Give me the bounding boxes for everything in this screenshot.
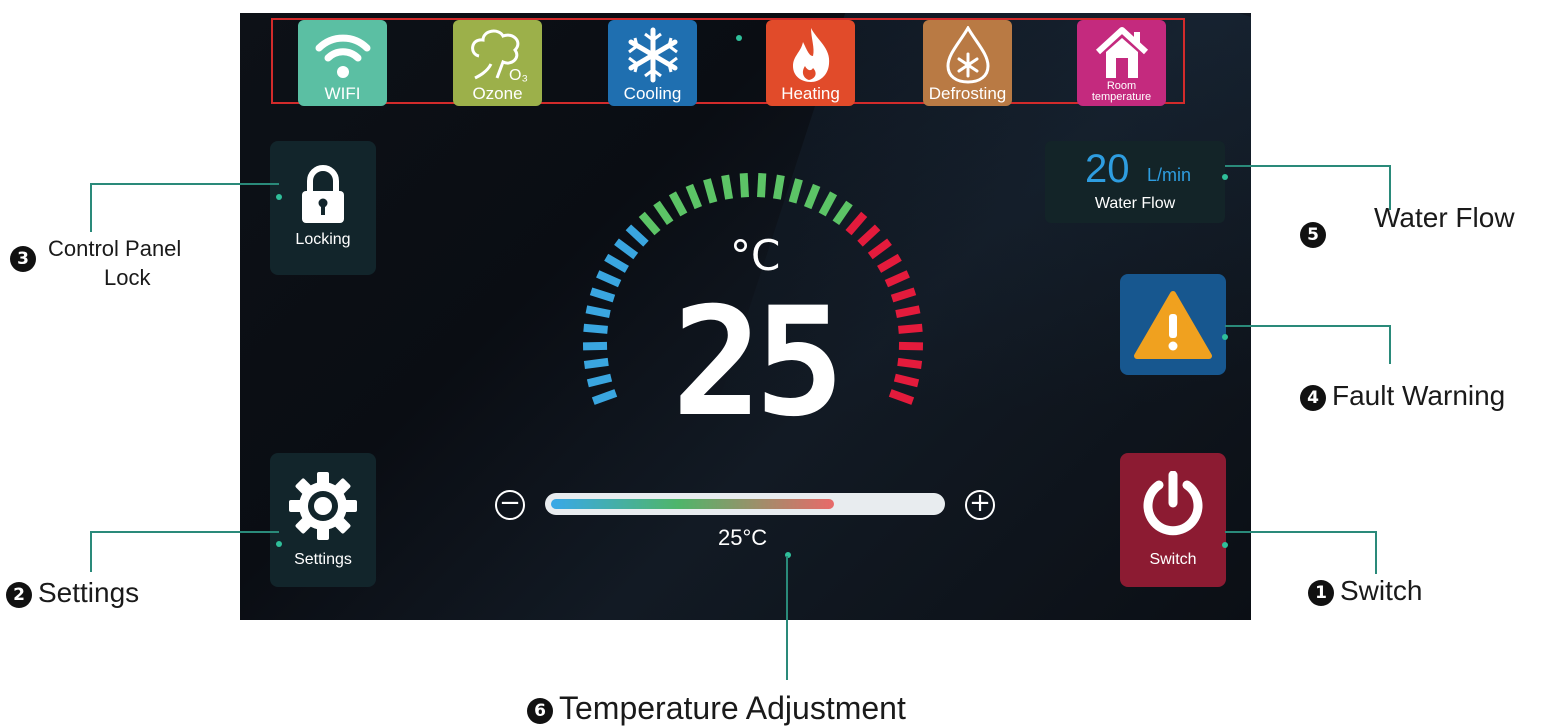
annotation-temperature-adjustment: 6 Temperature Adjustment	[527, 690, 906, 727]
callout-lines	[90, 165, 1391, 680]
annotation-number-badge: 1	[1308, 579, 1334, 606]
annotation-number-badge: 5	[1300, 222, 1326, 248]
annotation-number-badge: 6	[527, 697, 553, 724]
annotation-fault-text: Fault Warning	[1332, 380, 1506, 411]
annotation-water-flow-text: Water Flow	[1374, 202, 1515, 233]
annotation-lock-line1: Control Panel	[48, 236, 182, 261]
annotation-settings: 2 Settings	[6, 577, 139, 609]
annotation-fault-warning: 4 Fault Warning	[1300, 380, 1505, 412]
annotation-number-badge: 2	[6, 581, 32, 608]
annotation-number-badge: 4	[1300, 384, 1326, 411]
annotation-settings-text: Settings	[38, 577, 140, 608]
annotation-lock-line2: Lock	[104, 265, 151, 290]
annotation-temp-adjust-text: Temperature Adjustment	[559, 690, 906, 726]
annotation-switch-text: Switch	[1340, 575, 1423, 606]
annotation-switch: 1 Switch	[1308, 575, 1422, 607]
annotation-number-badge: 3	[10, 246, 36, 272]
